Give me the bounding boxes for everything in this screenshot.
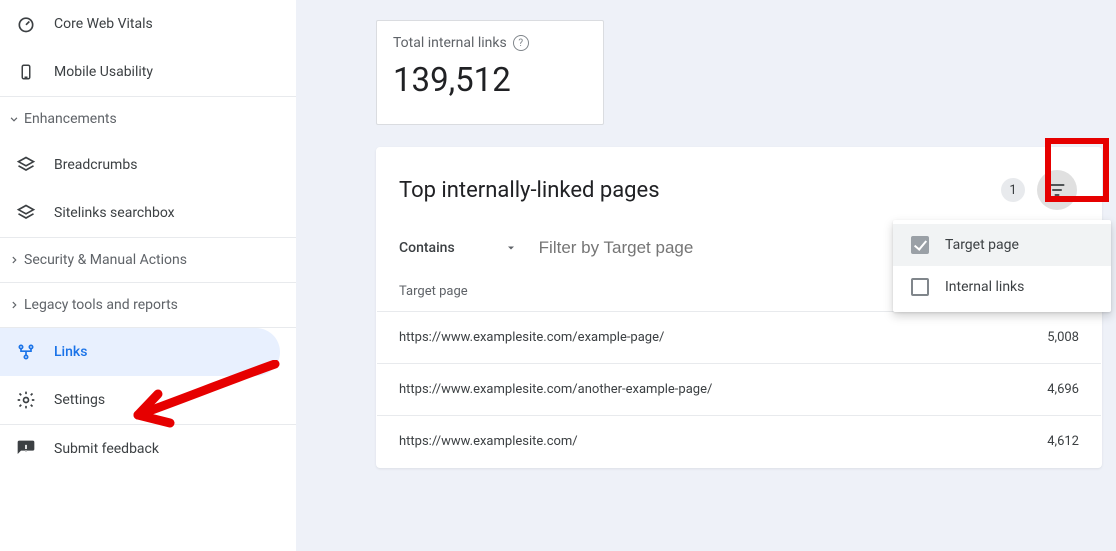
card-title: Top internally-linked pages	[399, 178, 1001, 203]
sidebar-item-label: Mobile Usability	[54, 64, 282, 80]
help-icon[interactable]: ?	[513, 35, 529, 51]
filter-button[interactable]	[1037, 170, 1077, 210]
sidebar-item-breadcrumbs[interactable]: Breadcrumbs	[0, 141, 296, 189]
sidebar-item-label: Submit feedback	[54, 441, 282, 457]
filter-icon	[1047, 180, 1067, 200]
stat-value: 139,512	[393, 61, 587, 100]
row-count: 4,612	[1047, 434, 1079, 449]
sidebar-group-security[interactable]: Security & Manual Actions	[0, 238, 296, 282]
sidebar-item-label: Sitelinks searchbox	[54, 205, 282, 221]
filter-option-internal-links[interactable]: Internal links	[893, 266, 1111, 308]
checkbox-icon	[911, 236, 929, 254]
chevron-right-icon	[4, 298, 24, 312]
row-url[interactable]: https://www.examplesite.com/another-exam…	[399, 382, 712, 397]
table-row[interactable]: https://www.examplesite.com/another-exam…	[377, 363, 1101, 415]
filter-popover: Target page Internal links	[893, 220, 1111, 312]
sidebar-group-label: Enhancements	[24, 111, 117, 127]
sidebar-group-enhancements[interactable]: Enhancements	[0, 97, 296, 141]
sidebar-group-label: Legacy tools and reports	[24, 297, 178, 313]
content-area: Total internal links ? 139,512 Top inter…	[296, 0, 1116, 551]
row-url[interactable]: https://www.examplesite.com/example-page…	[399, 330, 664, 345]
layers-icon	[14, 153, 38, 177]
sidebar-item-settings[interactable]: Settings	[0, 376, 296, 424]
sidebar-item-mobile-usability[interactable]: Mobile Usability	[0, 48, 296, 96]
gear-icon	[14, 388, 38, 412]
speedometer-icon	[14, 12, 38, 36]
sidebar-item-sitelinks-searchbox[interactable]: Sitelinks searchbox	[0, 189, 296, 237]
table-row[interactable]: https://www.examplesite.com/example-page…	[377, 311, 1101, 363]
row-count: 5,008	[1047, 330, 1079, 345]
chevron-right-icon	[4, 253, 24, 267]
checkbox-icon	[911, 278, 929, 296]
sidebar-item-label: Links	[54, 344, 266, 360]
filter-option-label: Target page	[945, 237, 1019, 253]
filter-mode-select[interactable]: Contains	[399, 230, 517, 266]
row-count: 4,696	[1047, 382, 1079, 397]
row-url[interactable]: https://www.examplesite.com/	[399, 434, 578, 449]
filter-option-label: Internal links	[945, 279, 1024, 295]
filter-count-badge: 1	[1001, 178, 1025, 202]
sidebar-item-links[interactable]: Links	[0, 328, 280, 376]
feedback-icon	[14, 437, 38, 461]
links-icon	[14, 340, 38, 364]
stat-label: Total internal links	[393, 35, 507, 51]
sidebar-group-legacy[interactable]: Legacy tools and reports	[0, 283, 296, 327]
table-row[interactable]: https://www.examplesite.com/ 4,612	[377, 415, 1101, 467]
sidebar-group-label: Security & Manual Actions	[24, 252, 187, 268]
sidebar-item-label: Core Web Vitals	[54, 16, 282, 32]
sidebar-item-submit-feedback[interactable]: Submit feedback	[0, 425, 296, 473]
sidebar-item-label: Settings	[54, 392, 282, 408]
chevron-down-icon	[505, 242, 517, 254]
filter-option-target-page[interactable]: Target page	[893, 224, 1111, 266]
stat-card-total-internal-links: Total internal links ? 139,512	[376, 20, 604, 125]
sidebar-item-core-web-vitals[interactable]: Core Web Vitals	[0, 0, 296, 48]
main-card: Top internally-linked pages 1 Target pag…	[376, 147, 1102, 468]
sidebar-item-label: Breadcrumbs	[54, 157, 282, 173]
sidebar: Core Web Vitals Mobile Usability Enhance…	[0, 0, 296, 551]
chevron-down-icon	[4, 112, 24, 126]
layers-icon	[14, 201, 38, 225]
mobile-icon	[14, 60, 38, 84]
filter-mode-label: Contains	[399, 240, 455, 256]
